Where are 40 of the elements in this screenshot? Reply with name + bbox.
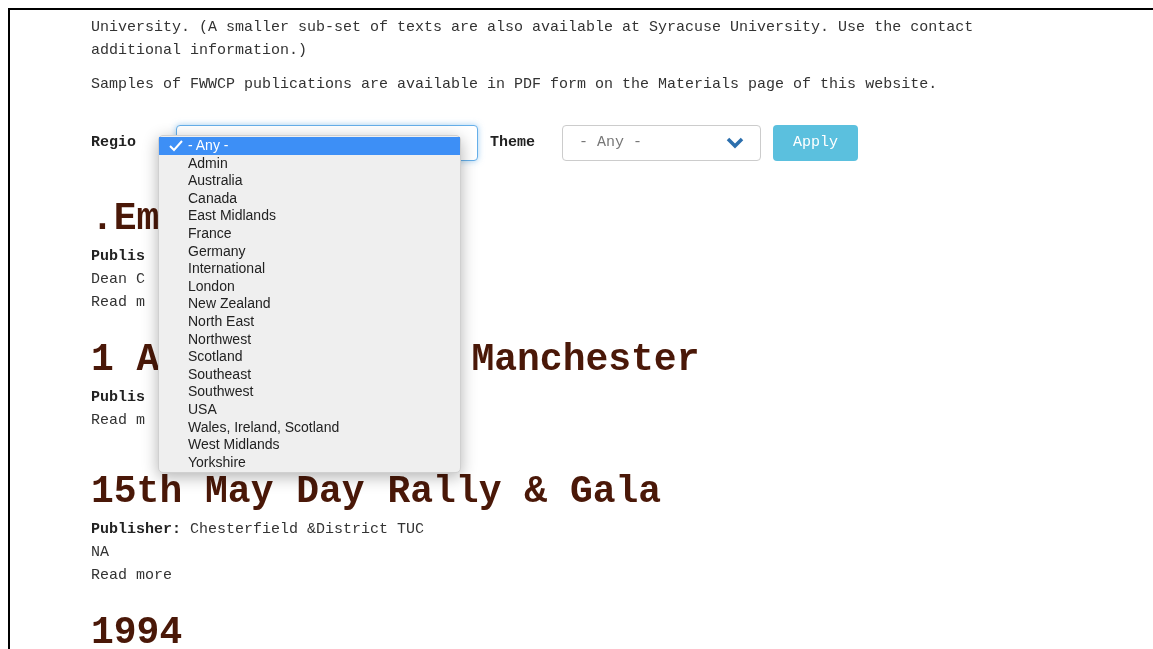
intro-text: University. (A smaller sub-set of texts are also available at Syracuse University. Use the contact: [91, 18, 975, 38]
chevron-down-icon: [726, 137, 744, 149]
article-description: Dean C: [91, 270, 145, 290]
region-option[interactable]: Yorkshire: [159, 453, 460, 472]
region-option[interactable]: Southwest: [159, 383, 460, 401]
publisher-label: Publis: [91, 389, 145, 406]
read-more-link[interactable]: Read m: [91, 291, 145, 314]
region-option[interactable]: International: [159, 260, 460, 278]
region-option[interactable]: New Zealand: [159, 295, 460, 313]
region-option[interactable]: USA: [159, 400, 460, 419]
region-option[interactable]: Wales, Ireland, Scotland: [159, 418, 460, 437]
article-title[interactable]: 15th May Day Rally & Gala: [91, 476, 662, 508]
article-title[interactable]: 1994: [91, 617, 183, 649]
read-more-link[interactable]: Read more: [91, 564, 172, 587]
region-option[interactable]: North East: [159, 312, 460, 331]
region-option[interactable]: Australia: [159, 172, 460, 190]
theme-label: Theme: [490, 132, 536, 153]
region-option[interactable]: West Midlands: [159, 436, 460, 454]
region-option[interactable]: East Midlands: [159, 207, 460, 225]
region-option[interactable]: Scotland: [159, 348, 460, 366]
theme-select[interactable]: - Any -: [562, 125, 761, 161]
samples-note: Samples of FWWCP publications are available in PDF form on the Materials page of this website.: [91, 75, 939, 95]
region-option[interactable]: London: [159, 277, 460, 296]
region-label: Regio: [91, 132, 137, 153]
read-more-link[interactable]: Read m: [91, 409, 145, 432]
region-option[interactable]: Southeast: [159, 365, 460, 384]
intro-text: additional information.): [91, 41, 309, 61]
article-title[interactable]: Manchester: [471, 344, 700, 376]
region-option[interactable]: France: [159, 224, 460, 243]
region-option[interactable]: Germany: [159, 242, 460, 261]
article-title[interactable]: 1 A: [91, 344, 160, 376]
region-option[interactable]: Admin: [159, 154, 460, 173]
region-option[interactable]: Northwest: [159, 330, 460, 349]
checkmark-icon: [169, 140, 183, 152]
publisher-name: Chesterfield &District TUC: [189, 521, 425, 538]
publisher-label: Publis: [91, 248, 145, 265]
article-title[interactable]: .Em: [91, 203, 160, 235]
publisher-label: Publisher:: [91, 521, 181, 538]
article-description: NA: [91, 543, 109, 563]
region-option[interactable]: Canada: [159, 189, 460, 208]
